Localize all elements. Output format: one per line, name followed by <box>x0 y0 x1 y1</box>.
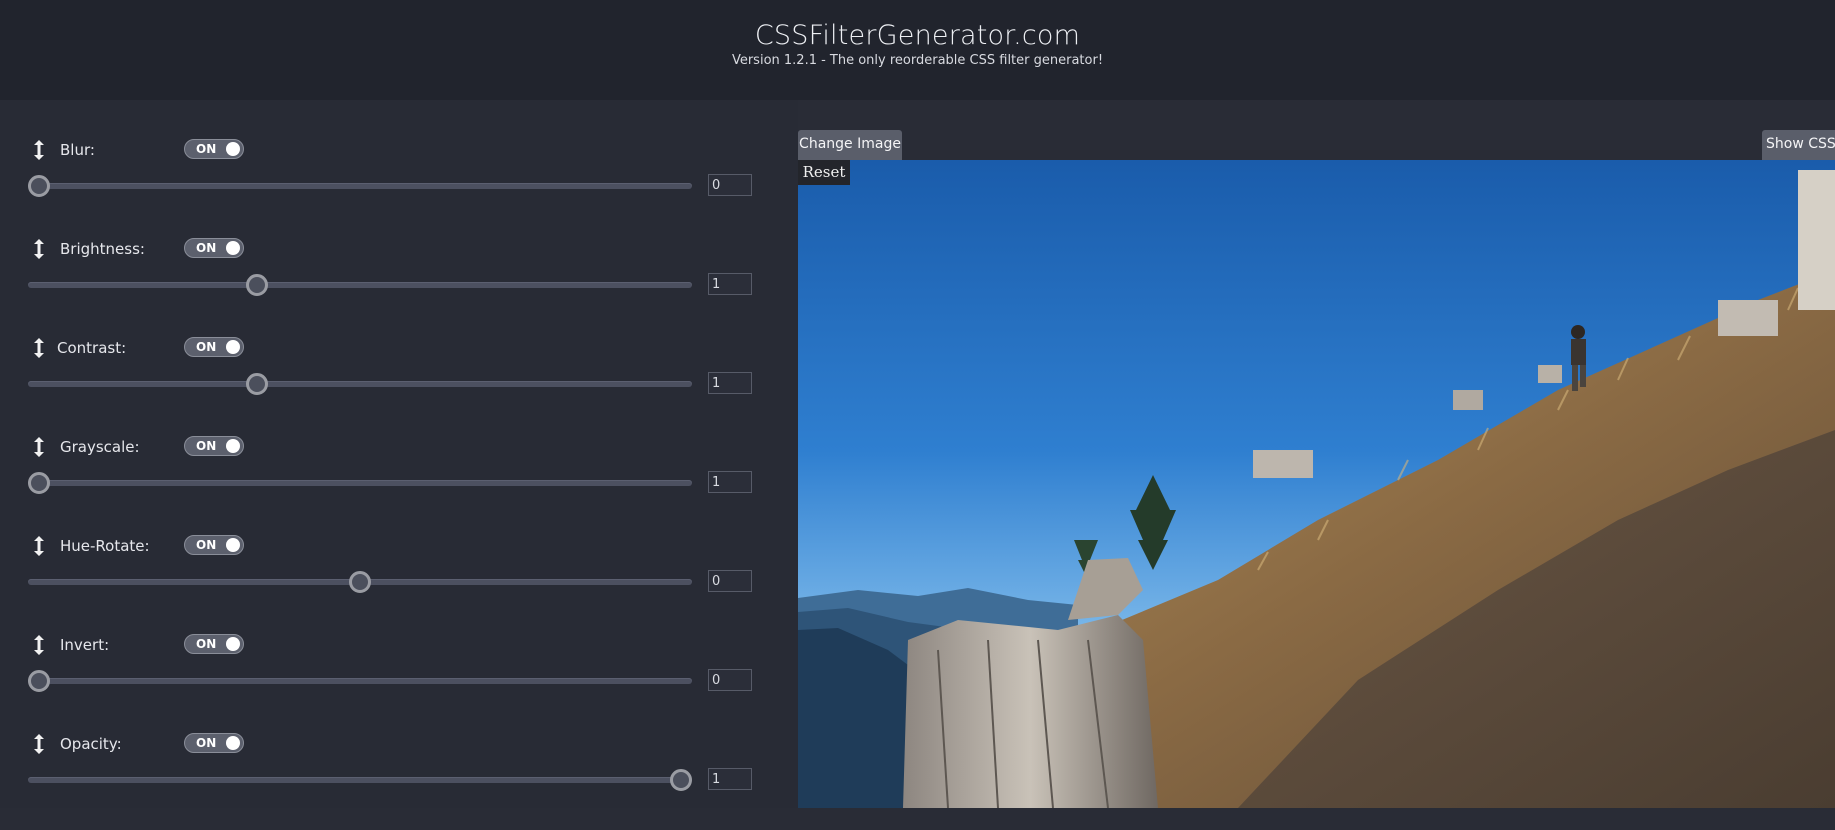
filter-value-input[interactable]: 1 <box>708 372 752 394</box>
filter-toggle[interactable]: ON <box>184 535 244 555</box>
filter-value-input[interactable]: 1 <box>708 768 752 790</box>
toggle-knob <box>226 538 240 552</box>
filter-value-input[interactable]: 0 <box>708 174 752 196</box>
drag-handle-icon[interactable] <box>29 237 49 261</box>
toggle-knob <box>226 340 240 354</box>
site-title: CSSFilterGenerator.com <box>754 20 1081 51</box>
toggle-label: ON <box>196 736 217 750</box>
toggle-label: ON <box>196 538 217 552</box>
filter-row: Blur: ON 0 <box>0 138 798 236</box>
filter-slider-thumb[interactable] <box>28 670 50 692</box>
filter-row: Hue-Rotate: ON 0 <box>0 534 798 632</box>
filter-slider-track[interactable] <box>28 183 692 189</box>
filter-toggle[interactable]: ON <box>184 634 244 654</box>
filter-slider-track[interactable] <box>28 480 692 486</box>
filter-slider-track[interactable] <box>28 777 692 783</box>
toggle-label: ON <box>196 241 217 255</box>
filter-row: Contrast: ON 1 <box>0 336 798 434</box>
filter-toggle[interactable]: ON <box>184 436 244 456</box>
filter-label: Hue-Rotate: <box>60 537 150 555</box>
filter-row: Invert: ON 0 <box>0 633 798 731</box>
filter-controls-panel: Blur: ON 0 Brightness: ON 1 Contrast: ON 1 Graysc… <box>0 100 798 808</box>
filter-toggle[interactable]: ON <box>184 238 244 258</box>
toggle-knob <box>226 736 240 750</box>
site-subtitle: Version 1.2.1 - The only reorderable CSS… <box>731 53 1104 68</box>
filter-toggle[interactable]: ON <box>184 337 244 357</box>
drag-handle-icon[interactable] <box>29 534 49 558</box>
filter-slider-thumb[interactable] <box>28 472 50 494</box>
filter-slider-thumb[interactable] <box>670 769 692 791</box>
toggle-label: ON <box>196 340 217 354</box>
filter-slider-thumb[interactable] <box>246 274 269 296</box>
drag-handle-icon[interactable] <box>29 435 49 459</box>
filter-label: Grayscale: <box>60 438 140 456</box>
filter-slider-thumb[interactable] <box>349 571 371 593</box>
filter-value-input[interactable]: 1 <box>708 471 752 493</box>
filter-label: Contrast: <box>57 339 127 357</box>
filter-slider-thumb[interactable] <box>28 175 50 197</box>
change-image-button[interactable]: Change Image <box>798 130 902 160</box>
filter-label: Opacity: <box>60 735 122 753</box>
filter-toggle[interactable]: ON <box>184 733 244 753</box>
filter-value-input[interactable]: 0 <box>708 669 752 691</box>
filter-slider-thumb[interactable] <box>246 373 269 395</box>
filter-slider-track[interactable] <box>28 678 692 684</box>
filter-label: Blur: <box>60 141 95 159</box>
site-header: CSSFilterGenerator.com Version 1.2.1 - T… <box>0 0 1835 100</box>
filter-slider-track[interactable] <box>28 282 692 288</box>
show-css-button[interactable]: Show CSS <box>1762 130 1835 160</box>
toggle-label: ON <box>196 637 217 651</box>
toggle-label: ON <box>196 142 217 156</box>
filter-label: Brightness: <box>60 240 145 258</box>
filter-row: Brightness: ON 1 <box>0 237 798 335</box>
filter-toggle[interactable]: ON <box>184 139 244 159</box>
reset-button[interactable]: Reset <box>798 160 850 185</box>
filter-row: Opacity: ON 1 <box>0 732 798 830</box>
toggle-knob <box>226 439 240 453</box>
filter-row: Grayscale: ON 1 <box>0 435 798 533</box>
drag-handle-icon[interactable] <box>29 138 49 162</box>
preview-image <box>798 160 1835 808</box>
toggle-knob <box>226 637 240 651</box>
drag-handle-icon[interactable] <box>29 336 49 360</box>
filter-label: Invert: <box>60 636 110 654</box>
toggle-knob <box>226 241 240 255</box>
filter-slider-track[interactable] <box>28 381 692 387</box>
drag-handle-icon[interactable] <box>29 633 49 657</box>
toggle-label: ON <box>196 439 217 453</box>
drag-handle-icon[interactable] <box>29 732 49 756</box>
filter-value-input[interactable]: 0 <box>708 570 752 592</box>
toggle-knob <box>226 142 240 156</box>
filter-value-input[interactable]: 1 <box>708 273 752 295</box>
